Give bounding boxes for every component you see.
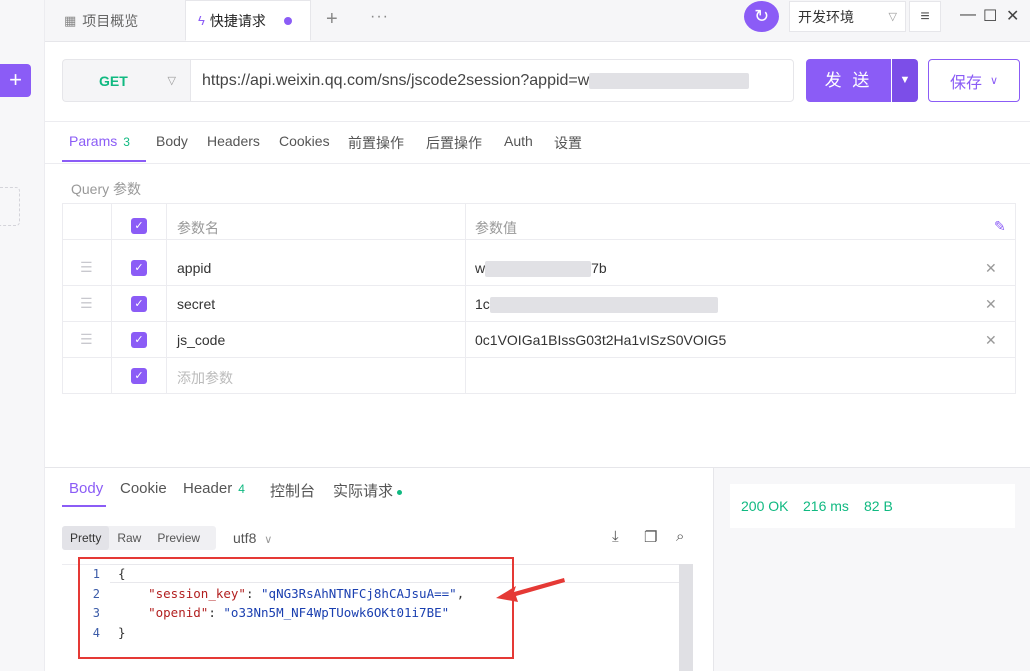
chevron-down-icon: ▽ [167, 75, 176, 87]
active-tab-indicator [62, 505, 106, 507]
column-divider [465, 204, 466, 393]
status-dot [397, 489, 403, 495]
request-tabs [45, 121, 1030, 164]
param-value[interactable]: w 7b [475, 260, 607, 278]
environment-select[interactable]: 开发环境 ▽ [789, 1, 906, 32]
tab-quick-request[interactable]: ϟ 快捷请求 [185, 0, 311, 41]
drag-handle-icon[interactable]: ☰ [80, 295, 93, 312]
select-all-checkbox[interactable]: ✓ [131, 218, 147, 234]
status-code: 200 OK [741, 498, 789, 514]
chevron-down-icon: ∨ [264, 534, 273, 546]
tab-response-header[interactable]: Header 4 [183, 480, 245, 497]
scrollbar[interactable] [679, 564, 693, 671]
sync-icon[interactable]: ↻ [744, 1, 779, 32]
query-params-label: Query 参数 [71, 181, 142, 197]
delete-param-icon[interactable]: ✕ [985, 296, 997, 313]
param-value[interactable]: 0c1VOIGa1BIssG03t2Ha1vISzS0VOIG5 [475, 332, 726, 348]
format-preview-button[interactable]: Preview [149, 526, 208, 550]
new-tab-button[interactable]: + [326, 8, 338, 31]
tab-headers[interactable]: Headers [207, 133, 260, 149]
window-close-icon[interactable]: ✕ [1006, 6, 1019, 26]
delete-param-icon[interactable]: ✕ [985, 332, 997, 349]
param-checkbox[interactable]: ✓ [131, 296, 147, 312]
redacted-block [485, 261, 592, 278]
send-button[interactable]: 发 送 [806, 59, 891, 102]
tab-console[interactable]: 控制台 [270, 480, 315, 501]
more-tabs-button[interactable]: ··· [370, 8, 389, 26]
active-tab-indicator [62, 160, 146, 162]
send-options-chevron-icon[interactable]: ▼ [892, 59, 918, 102]
hamburger-menu-icon[interactable]: ≡ [909, 1, 941, 32]
tab-auth[interactable]: Auth [504, 133, 533, 149]
url-input[interactable]: https://api.weixin.qq.com/sns/jscode2ses… [190, 59, 794, 102]
response-time: 216 ms [803, 498, 849, 514]
left-rail [0, 0, 45, 671]
method-select[interactable]: GET ▽ [62, 59, 190, 102]
tab-cookies[interactable]: Cookies [279, 133, 330, 149]
tab-params[interactable]: Params 3 [69, 133, 130, 149]
column-divider [166, 204, 167, 393]
tab-settings[interactable]: 设置 [554, 133, 582, 153]
window-minimize-icon[interactable]: — [960, 6, 976, 24]
tab-project-overview[interactable]: ▦ 项目概览 [64, 0, 138, 41]
drag-handle-icon[interactable]: ☰ [80, 259, 93, 276]
redacted-block [489, 297, 718, 314]
param-value[interactable]: 1c [475, 296, 718, 314]
tab-response-body[interactable]: Body [69, 480, 103, 497]
grid-icon: ▦ [64, 12, 77, 28]
save-button[interactable]: 保存 ∨ [928, 59, 1020, 102]
tab-actual-request[interactable]: 实际请求 [333, 480, 403, 501]
download-icon[interactable]: ⤓ [612, 528, 619, 545]
rail-placeholder [0, 187, 20, 226]
window-maximize-icon[interactable]: ☐ [983, 6, 997, 26]
format-pretty-button[interactable]: Pretty [62, 526, 110, 550]
drag-handle-icon[interactable]: ☰ [80, 331, 93, 348]
search-icon[interactable]: ⌕ [676, 528, 684, 545]
encoding-select[interactable]: utf8 ∨ [233, 530, 272, 546]
chevron-down-icon: ∨ [989, 75, 999, 87]
bulk-edit-icon[interactable]: ✎ [994, 218, 1006, 235]
tab-post-operations[interactable]: 后置操作 [426, 133, 482, 153]
response-size: 82 B [864, 498, 893, 514]
redacted-block [589, 72, 750, 89]
column-header-name: 参数名 [177, 220, 219, 236]
column-header-value: 参数值 [475, 220, 517, 236]
format-toggle: Pretty Raw Preview [62, 526, 216, 550]
param-name[interactable]: secret [177, 296, 215, 312]
format-raw-button[interactable]: Raw [109, 526, 149, 550]
param-checkbox[interactable]: ✓ [131, 332, 147, 348]
unsaved-dot [283, 16, 292, 25]
annotation-arrow-icon [496, 578, 565, 602]
add-param-input[interactable]: 添加参数 [177, 368, 233, 388]
lightning-icon: ϟ [198, 13, 205, 28]
tab-response-cookie[interactable]: Cookie [120, 480, 167, 497]
chevron-down-icon: ▽ [888, 11, 897, 23]
param-checkbox[interactable]: ✓ [131, 260, 147, 276]
delete-param-icon[interactable]: ✕ [985, 260, 997, 277]
copy-icon[interactable]: ❐ [644, 528, 657, 546]
column-divider [111, 204, 112, 393]
param-checkbox[interactable]: ✓ [131, 368, 147, 384]
param-name[interactable]: js_code [177, 332, 225, 348]
add-icon[interactable]: + [0, 64, 31, 97]
tab-pre-operations[interactable]: 前置操作 [348, 133, 404, 153]
tab-body[interactable]: Body [156, 133, 188, 149]
param-name[interactable]: appid [177, 260, 211, 276]
annotation-highlight-box [78, 557, 514, 659]
